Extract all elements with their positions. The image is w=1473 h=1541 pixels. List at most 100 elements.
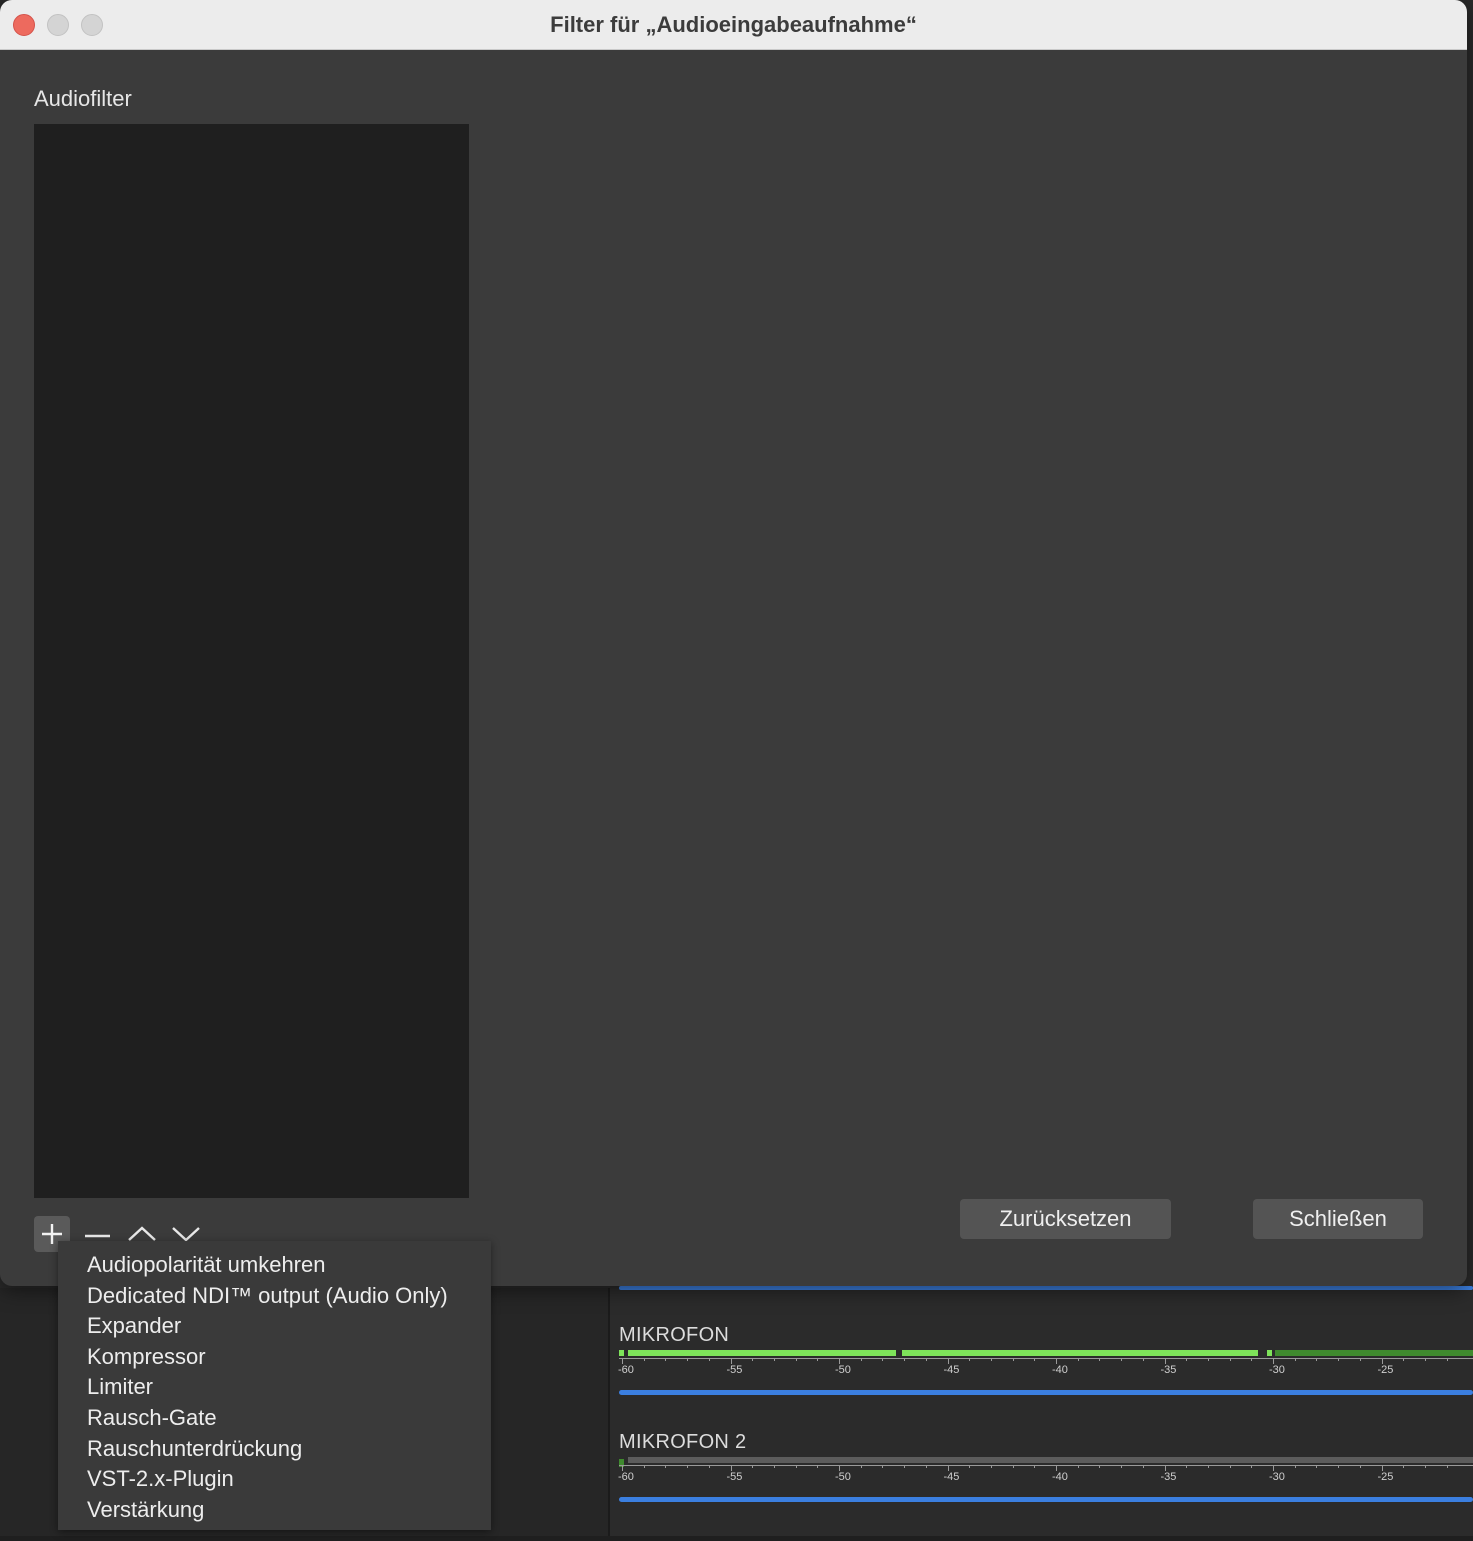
audio-mixer: MIKROFON -60 -55 -50 -45 -40 -35 -30 -25 MIKROF… [610,1288,1473,1536]
scale-tick [1359,1465,1361,1468]
reset-button[interactable]: Zurücksetzen [960,1199,1171,1239]
scale-tick [1186,1465,1188,1468]
menu-item-gain[interactable]: Verstärkung [87,1497,204,1523]
scale-tick [752,1465,754,1468]
scale-line [619,1465,1473,1466]
menu-item-vst-plugin[interactable]: VST-2.x-Plugin [87,1466,234,1492]
scale-tick [925,1358,927,1361]
scale-tick [1424,1465,1426,1468]
scale-tick [882,1358,884,1361]
scale-label: -60 [618,1364,634,1376]
mixer-track-mikrofon: MIKROFON -60 -55 -50 -45 -40 -35 -30 -25 [618,1324,1473,1434]
scale-tick [1034,1465,1036,1468]
scale-label: -55 [726,1364,743,1376]
scale-tick [882,1465,884,1468]
scale-tick [990,1358,992,1361]
scale-label: -25 [1377,1471,1394,1483]
scale-tick [860,1358,862,1361]
scale-tick [773,1465,775,1468]
volume-slider[interactable] [619,1286,1473,1290]
track-name: MIKROFON 2 [619,1431,747,1453]
scale-tick [708,1358,710,1361]
scale-tick [1229,1358,1231,1361]
scale-tick [1207,1358,1209,1361]
track-name: MIKROFON [619,1324,730,1346]
scale-label: -40 [1052,1471,1068,1483]
scale-tick [1251,1358,1253,1361]
menu-item-expander[interactable]: Expander [87,1313,181,1339]
scale-tick [904,1465,906,1468]
scale-tick [817,1358,819,1361]
volume-slider[interactable] [619,1390,1473,1395]
scale-label: -35 [1160,1364,1177,1376]
scale-label: -45 [943,1364,960,1376]
scale-tick [925,1465,927,1468]
menu-item-limiter[interactable]: Limiter [87,1374,153,1400]
scale-tick [1424,1358,1426,1361]
scale-tick [860,1465,862,1468]
scale-tick [1338,1358,1340,1361]
scale-tick [1446,1358,1448,1361]
scale-tick [1077,1465,1079,1468]
scale-label: -60 [618,1471,634,1483]
scale-tick [1012,1465,1014,1468]
menu-item-compressor[interactable]: Kompressor [87,1344,206,1370]
scale-tick [1316,1465,1318,1468]
scale-tick [773,1358,775,1361]
scale-tick [643,1358,645,1361]
filter-dialog: Filter für „Audioeingabeaufnahme“ Audiof… [0,0,1467,1286]
scale-label: -55 [726,1471,743,1483]
scale-tick [817,1465,819,1468]
scale-tick [1121,1358,1123,1361]
volume-slider[interactable] [619,1497,1473,1502]
title-bar: Filter für „Audioeingabeaufnahme“ [0,0,1467,50]
scale-tick [1077,1358,1079,1361]
mixer-track-mikrofon-2: MIKROFON 2 -60 -55 -50 -45 -40 -35 -30 -25 [618,1431,1473,1541]
scale-label: -40 [1052,1364,1068,1376]
scale-tick [1294,1358,1296,1361]
close-button[interactable]: Schließen [1253,1199,1423,1239]
scale-label: -45 [943,1471,960,1483]
menu-item-ndi-output[interactable]: Dedicated NDI™ output (Audio Only) [87,1283,448,1309]
scale-label: -35 [1160,1471,1177,1483]
scale-tick [752,1358,754,1361]
scale-tick [687,1465,689,1468]
menu-item-noise-gate[interactable]: Rausch-Gate [87,1405,217,1431]
scale-tick [708,1465,710,1468]
menu-item-noise-suppression[interactable]: Rauschunterdrückung [87,1436,302,1462]
scale-label: -30 [1269,1364,1285,1376]
scale-tick [1229,1465,1231,1468]
scale-tick [1099,1358,1101,1361]
menu-item-audio-polarity[interactable]: Audiopolarität umkehren [87,1252,325,1278]
scale-tick [1186,1358,1188,1361]
scale-label: -50 [835,1471,851,1483]
scale-tick [969,1358,971,1361]
scale-line [619,1358,1473,1359]
scale-tick [687,1358,689,1361]
scale-tick [1207,1465,1209,1468]
scale-tick [1034,1358,1036,1361]
db-scale: -60 -55 -50 -45 -40 -35 -30 -25 [618,1358,1473,1380]
scale-tick [1099,1465,1101,1468]
scale-label: -25 [1377,1364,1394,1376]
level-meter [619,1350,1473,1356]
scale-tick [665,1465,667,1468]
scale-label: -50 [835,1364,851,1376]
scale-tick [1294,1465,1296,1468]
scale-tick [1403,1465,1405,1468]
scale-tick [795,1465,797,1468]
scale-tick [904,1358,906,1361]
audio-filters-label: Audiofilter [34,86,132,111]
scale-tick [665,1358,667,1361]
scale-tick [1121,1465,1123,1468]
scale-tick [1012,1358,1014,1361]
scale-tick [1251,1465,1253,1468]
scale-tick [795,1358,797,1361]
scale-tick [1338,1465,1340,1468]
db-scale: -60 -55 -50 -45 -40 -35 -30 -25 [618,1465,1473,1487]
scale-tick [643,1465,645,1468]
window-title: Filter für „Audioeingabeaufnahme“ [550,12,917,37]
level-meter [619,1457,1473,1467]
scale-tick [990,1465,992,1468]
audio-filter-list[interactable] [34,124,469,1198]
